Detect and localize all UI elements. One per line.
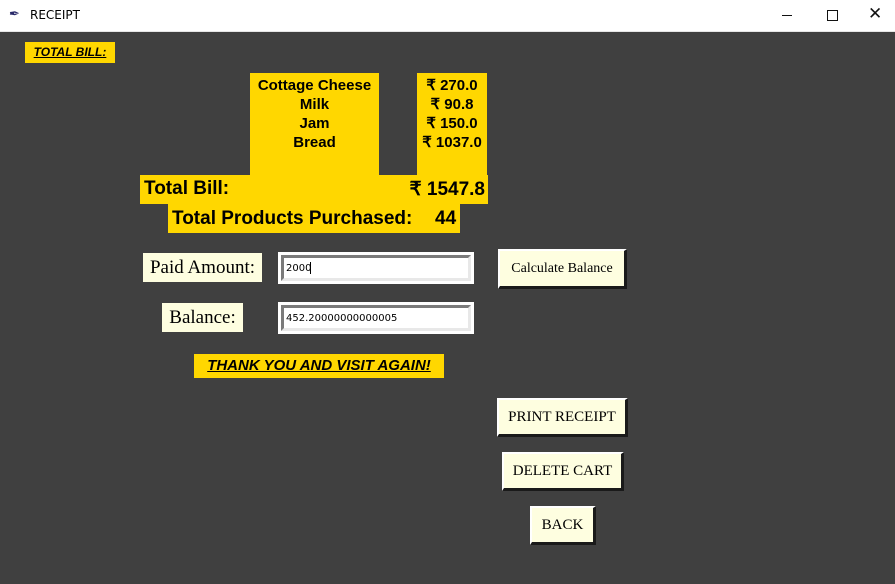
- item-name: Bread: [293, 134, 336, 151]
- minimize-icon: [782, 15, 792, 16]
- window-titlebar: ✒ RECEIPT ✕: [0, 0, 895, 32]
- thank-you-message: THANK YOU AND VISIT AGAIN!: [194, 354, 444, 378]
- items-list: Cottage Cheese Milk Jam Bread: [250, 73, 379, 175]
- feather-icon: ✒: [9, 7, 20, 22]
- print-receipt-button[interactable]: PRINT RECEIPT: [497, 398, 628, 437]
- total-bill-row: Total Bill: ₹ 1547.8: [140, 175, 488, 204]
- products-purchased-count: 44: [435, 208, 457, 229]
- item-name: Milk: [299, 96, 330, 113]
- minimize-button[interactable]: [764, 0, 810, 31]
- text-cursor: [310, 262, 311, 274]
- paid-amount-input[interactable]: [284, 258, 468, 278]
- balance-input[interactable]: [284, 308, 468, 328]
- item-price: ₹ 150.0: [426, 115, 478, 132]
- close-icon: ✕: [868, 4, 883, 24]
- delete-cart-button[interactable]: DELETE CART: [502, 452, 624, 491]
- prices-list: ₹ 270.0 ₹ 90.8 ₹ 150.0 ₹ 1037.0: [417, 73, 487, 175]
- item-name: Cottage Cheese: [257, 77, 372, 94]
- close-button[interactable]: ✕: [854, 0, 895, 31]
- products-purchased-row: Total Products Purchased: 44: [168, 204, 460, 233]
- balance-label: Balance:: [162, 303, 243, 332]
- balance-field[interactable]: [278, 302, 474, 334]
- window-title: RECEIPT: [30, 8, 80, 22]
- back-button[interactable]: BACK: [530, 506, 596, 545]
- products-purchased-label: Total Products Purchased:: [172, 208, 413, 229]
- item-price: ₹ 90.8: [430, 96, 474, 113]
- total-bill-label: Total Bill:: [144, 178, 230, 199]
- total-bill-value: ₹ 1547.8: [409, 179, 485, 200]
- calculate-balance-button[interactable]: Calculate Balance: [498, 249, 627, 289]
- item-price: ₹ 1037.0: [422, 134, 482, 151]
- paid-amount-label: Paid Amount:: [143, 253, 262, 282]
- maximize-icon: [827, 10, 838, 21]
- item-price: ₹ 270.0: [426, 77, 478, 94]
- total-bill-heading: TOTAL BILL:: [25, 42, 115, 63]
- item-name: Jam: [299, 115, 330, 132]
- maximize-button[interactable]: [810, 0, 856, 31]
- paid-amount-field[interactable]: [278, 252, 474, 284]
